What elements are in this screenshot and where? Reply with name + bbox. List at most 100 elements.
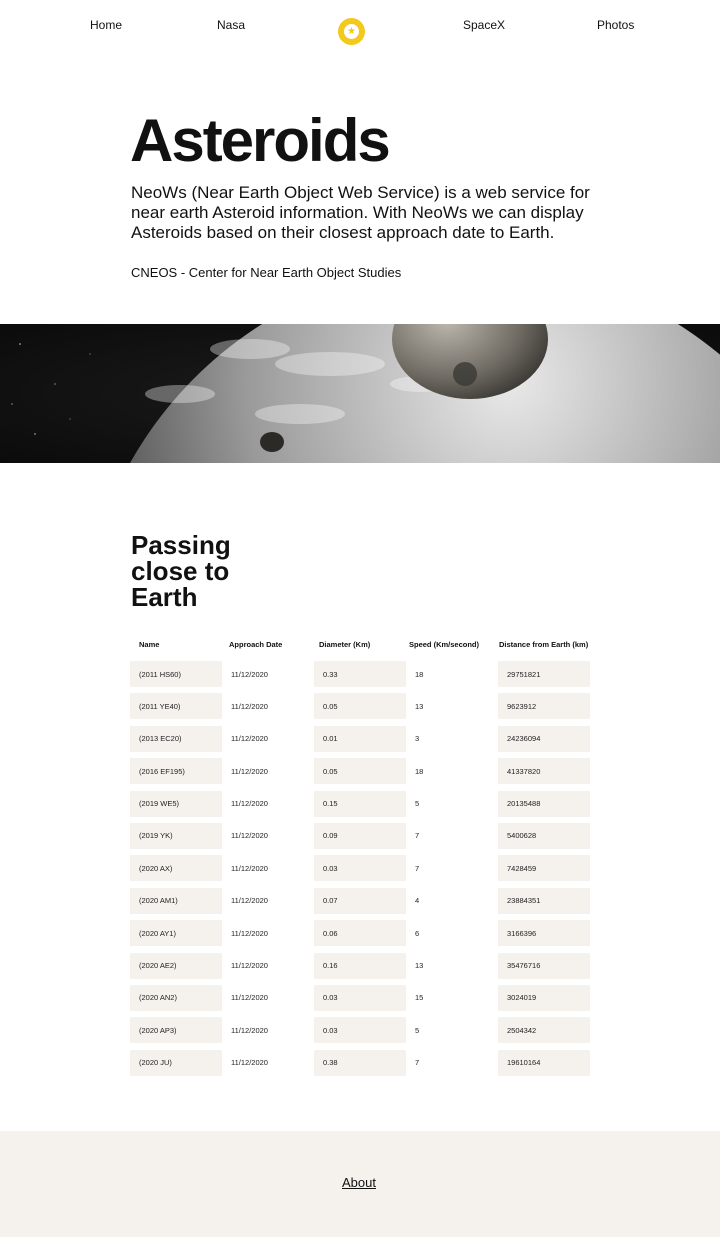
source-credit: CNEOS - Center for Near Earth Object Stu… bbox=[131, 265, 402, 280]
cell-name: (2020 JU) bbox=[130, 1049, 222, 1076]
table-row: (2011 HS60) 11/12/2020 0.33 18 29751821 bbox=[130, 661, 592, 693]
cell-speed: 13 bbox=[415, 961, 424, 971]
table-row: (2020 AP3) 11/12/2020 0.03 5 2504342 bbox=[130, 1017, 592, 1049]
cell-approach-date: 11/12/2020 bbox=[231, 896, 268, 906]
star-icon: ★ bbox=[344, 24, 359, 39]
cell-approach-date: 11/12/2020 bbox=[231, 799, 268, 809]
table-row: (2011 YE40) 11/12/2020 0.05 13 9623912 bbox=[130, 693, 592, 725]
cell-speed: 18 bbox=[415, 766, 424, 776]
nav-nasa-link[interactable]: Nasa bbox=[217, 18, 245, 32]
cell-name: (2020 AY1) bbox=[130, 920, 222, 947]
cell-distance: 20135488 bbox=[498, 790, 590, 817]
cell-speed: 7 bbox=[415, 1058, 420, 1068]
cell-name: (2016 EF195) bbox=[130, 758, 222, 785]
cell-diameter: 0.03 bbox=[314, 855, 406, 882]
cell-diameter: 0.01 bbox=[314, 725, 406, 752]
nav-photos-link[interactable]: Photos bbox=[597, 18, 634, 32]
cell-diameter: 0.06 bbox=[314, 920, 406, 947]
cell-distance: 29751821 bbox=[498, 661, 590, 687]
cell-diameter: 0.07 bbox=[314, 887, 406, 914]
cell-diameter: 0.05 bbox=[314, 758, 406, 785]
cell-speed: 18 bbox=[415, 669, 424, 679]
earth-asteroid-illustration bbox=[11, 324, 720, 463]
cell-speed: 6 bbox=[415, 928, 420, 938]
table-row: (2016 EF195) 11/12/2020 0.05 18 41337820 bbox=[130, 758, 592, 790]
cell-distance: 3166396 bbox=[498, 920, 590, 947]
cell-speed: 5 bbox=[415, 799, 420, 809]
cell-name: (2019 WE5) bbox=[130, 790, 222, 817]
earth-asteroid-banner-image bbox=[0, 324, 720, 463]
cell-diameter: 0.38 bbox=[314, 1049, 406, 1076]
cell-name: (2011 HS60) bbox=[130, 661, 222, 687]
cell-name: (2020 AP3) bbox=[130, 1017, 222, 1044]
logo-home-link[interactable]: ★ bbox=[338, 18, 365, 45]
cell-name: (2020 AM1) bbox=[130, 887, 222, 914]
nav-spacex-link[interactable]: SpaceX bbox=[463, 18, 505, 32]
table-row: (2020 JU) 11/12/2020 0.38 7 19610164 bbox=[130, 1049, 592, 1082]
cell-speed: 13 bbox=[415, 701, 424, 711]
cell-diameter: 0.16 bbox=[314, 952, 406, 979]
cell-diameter: 0.15 bbox=[314, 790, 406, 817]
cell-approach-date: 11/12/2020 bbox=[231, 1025, 268, 1035]
cell-approach-date: 11/12/2020 bbox=[231, 1058, 268, 1068]
intro-paragraph: NeoWs (Near Earth Object Web Service) is… bbox=[131, 183, 590, 242]
cell-diameter: 0.05 bbox=[314, 693, 406, 720]
table-row: (2019 YK) 11/12/2020 0.09 7 5400628 bbox=[130, 822, 592, 855]
footer: About bbox=[0, 1131, 720, 1237]
header-diameter: Diameter (Km) bbox=[319, 640, 371, 649]
section-title-text: Passing close to Earth bbox=[131, 530, 231, 612]
cell-name: (2011 YE40) bbox=[130, 693, 222, 720]
page-title: Asteroids bbox=[130, 107, 391, 174]
cell-distance: 5400628 bbox=[498, 822, 590, 849]
table-row: (2020 AM1) 11/12/2020 0.07 4 23884351 bbox=[130, 887, 592, 920]
about-link[interactable]: About bbox=[342, 1175, 376, 1190]
header-name: Name bbox=[139, 640, 160, 649]
cell-speed: 4 bbox=[415, 896, 420, 906]
cell-speed: 15 bbox=[415, 993, 424, 1003]
cell-distance: 41337820 bbox=[498, 758, 590, 785]
cell-approach-date: 11/12/2020 bbox=[231, 734, 268, 744]
table-row: (2020 AY1) 11/12/2020 0.06 6 3166396 bbox=[130, 920, 592, 952]
cell-approach-date: 11/12/2020 bbox=[231, 993, 268, 1003]
nav-home-link[interactable]: Home bbox=[90, 18, 122, 32]
cell-name: (2020 AN2) bbox=[130, 984, 222, 1011]
cell-diameter: 0.03 bbox=[314, 984, 406, 1011]
cell-distance: 23884351 bbox=[498, 887, 590, 914]
table-row: (2020 AN2) 11/12/2020 0.03 15 3024019 bbox=[130, 984, 592, 1017]
cell-distance: 3024019 bbox=[498, 984, 590, 1011]
cell-distance: 9623912 bbox=[498, 693, 590, 720]
cell-name: (2019 YK) bbox=[130, 822, 222, 849]
cell-speed: 5 bbox=[415, 1025, 420, 1035]
asteroid-table: Name Approach Date Diameter (Km) Speed (… bbox=[130, 640, 592, 1076]
cell-approach-date: 11/12/2020 bbox=[231, 831, 268, 841]
cell-diameter: 0.33 bbox=[314, 661, 406, 687]
cell-approach-date: 11/12/2020 bbox=[231, 669, 268, 679]
cell-approach-date: 11/12/2020 bbox=[231, 928, 268, 938]
cell-distance: 7428459 bbox=[498, 855, 590, 882]
cell-distance: 35476716 bbox=[498, 952, 590, 979]
section-title: Passing close to Earth bbox=[131, 532, 251, 610]
table-header: Name Approach Date Diameter (Km) Speed (… bbox=[130, 640, 592, 658]
cell-name: (2013 EC20) bbox=[130, 725, 222, 752]
cell-speed: 3 bbox=[415, 734, 420, 744]
cell-approach-date: 11/12/2020 bbox=[231, 961, 268, 971]
cell-approach-date: 11/12/2020 bbox=[231, 701, 268, 711]
table-row: (2013 EC20) 11/12/2020 0.01 3 24236094 bbox=[130, 725, 592, 758]
table-row: (2020 AE2) 11/12/2020 0.16 13 35476716 bbox=[130, 952, 592, 985]
cell-approach-date: 11/12/2020 bbox=[231, 766, 268, 776]
cell-speed: 7 bbox=[415, 831, 420, 841]
cell-distance: 19610164 bbox=[498, 1049, 590, 1076]
header-speed: Speed (Km/second) bbox=[409, 640, 480, 649]
cell-diameter: 0.09 bbox=[314, 822, 406, 849]
table-row: (2020 AX) 11/12/2020 0.03 7 7428459 bbox=[130, 855, 592, 887]
cell-name: (2020 AX) bbox=[130, 855, 222, 882]
cell-distance: 24236094 bbox=[498, 725, 590, 752]
table-body: (2011 HS60) 11/12/2020 0.33 18 29751821 … bbox=[130, 661, 592, 1082]
table-row: (2019 WE5) 11/12/2020 0.15 5 20135488 bbox=[130, 790, 592, 823]
top-nav: Home Nasa ★ SpaceX Photos bbox=[0, 0, 720, 52]
cell-name: (2020 AE2) bbox=[130, 952, 222, 979]
cell-speed: 7 bbox=[415, 863, 420, 873]
header-distance: Distance from Earth (km) bbox=[499, 640, 589, 649]
header-approach-date: Approach Date bbox=[229, 640, 283, 649]
cell-distance: 2504342 bbox=[498, 1017, 590, 1044]
